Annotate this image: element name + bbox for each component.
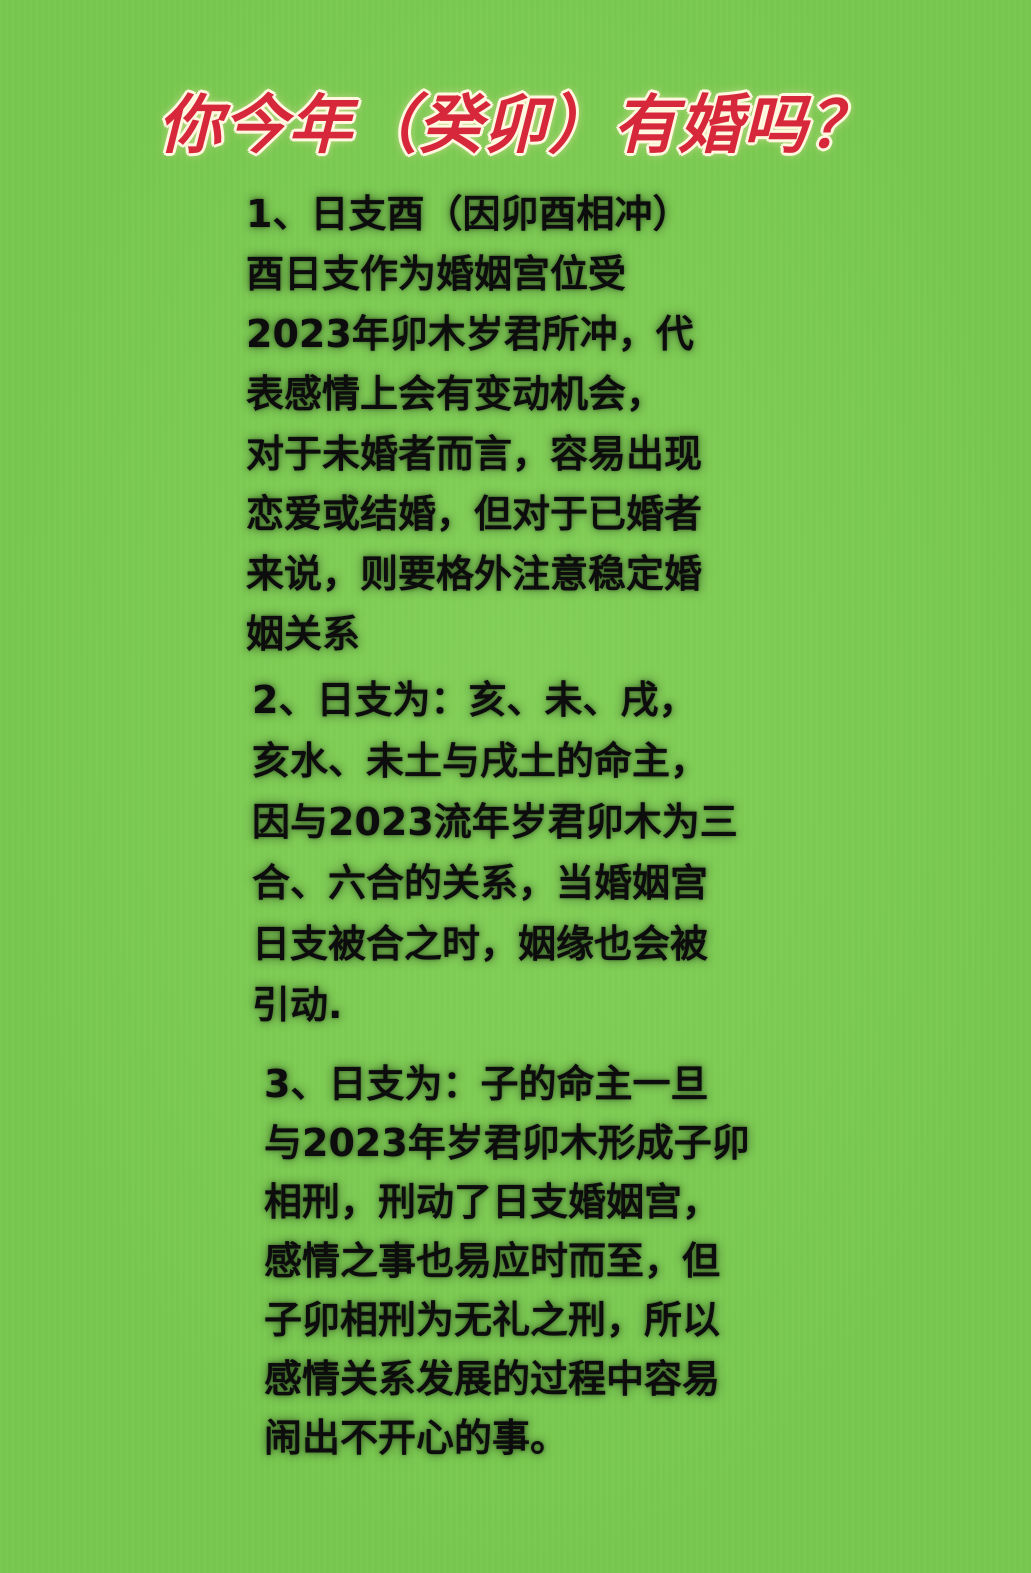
page-title: 你今年（癸卯）有婚吗？ bbox=[158, 89, 873, 163]
section-3-line-5: 子卯相刑为无礼之刑，所以 bbox=[264, 1298, 721, 1342]
section-2-line-4: 合、六合的关系，当婚姻宫 bbox=[252, 861, 709, 905]
section-1-line-8: 姻关系 bbox=[246, 612, 361, 656]
section-1-line-4: 表感情上会有变动机会， bbox=[246, 372, 665, 416]
section-2-line-3: 因与2023流年岁君卯木为三 bbox=[252, 800, 738, 844]
section-3: 3、日支为：子的命主一旦 与2023年岁君卯木形成子卯 相刑，刑动了日支婚姻宫，… bbox=[264, 1055, 750, 1468]
section-1-line-2: 酉日支作为婚姻宫位受 bbox=[246, 252, 627, 296]
background-panel: 你今年（癸卯）有婚吗？ 1、日支酉（因卯酉相冲） 酉日支作为婚姻宫位受 2023… bbox=[0, 0, 1031, 1573]
section-1-line-6: 恋爱或结婚，但对于已婚者 bbox=[246, 492, 703, 536]
section-2-line-1: 2、日支为：亥、未、戌， bbox=[252, 678, 697, 722]
section-3-line-6: 感情关系发展的过程中容易 bbox=[264, 1357, 721, 1401]
section-2-line-5: 日支被合之时，姻缘也会被 bbox=[252, 922, 709, 966]
section-2-line-2: 亥水、未土与戌土的命主， bbox=[252, 739, 709, 783]
section-1-line-5: 对于未婚者而言，容易出现 bbox=[246, 432, 703, 476]
section-3-line-7: 闹出不开心的事。 bbox=[264, 1416, 569, 1460]
section-1: 1、日支酉（因卯酉相冲） 酉日支作为婚姻宫位受 2023年卯木岁君所冲，代 表感… bbox=[246, 184, 702, 664]
section-3-line-2: 与2023年岁君卯木形成子卯 bbox=[264, 1121, 750, 1165]
section-2-line-6: 引动. bbox=[252, 983, 343, 1027]
section-1-line-7: 来说，则要格外注意稳定婚 bbox=[246, 552, 703, 596]
section-3-line-3: 相刑，刑动了日支婚姻宫， bbox=[264, 1180, 721, 1224]
section-2: 2、日支为：亥、未、戌， 亥水、未土与戌土的命主， 因与2023流年岁君卯木为三… bbox=[252, 670, 738, 1036]
section-1-line-3: 2023年卯木岁君所冲，代 bbox=[246, 312, 694, 356]
section-1-line-1: 1、日支酉（因卯酉相冲） bbox=[246, 192, 691, 236]
section-3-line-4: 感情之事也易应时而至，但 bbox=[264, 1239, 721, 1283]
section-3-line-1: 3、日支为：子的命主一旦 bbox=[264, 1062, 709, 1106]
